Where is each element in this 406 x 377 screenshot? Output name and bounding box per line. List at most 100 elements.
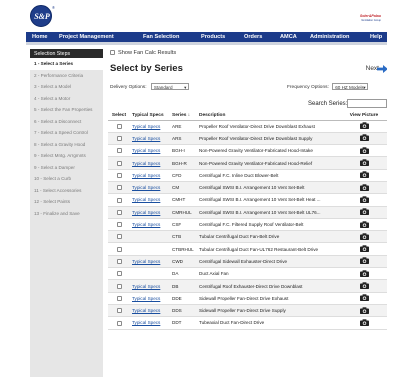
row-select-checkbox[interactable]	[116, 308, 122, 314]
step-speed-control[interactable]: 7 - Select a Speed Control	[30, 127, 103, 139]
typical-specs-link[interactable]: Typical Specs	[132, 148, 160, 153]
row-select-checkbox[interactable]	[116, 283, 122, 289]
table-row[interactable]: Typical Specs CWD Centrifugal Sidewall Exh…	[108, 255, 387, 269]
camera-icon[interactable]	[359, 257, 369, 265]
camera-icon[interactable]	[359, 319, 369, 326]
row-select-checkbox[interactable]	[116, 320, 122, 326]
nav-project-management[interactable]: Project Management	[59, 34, 114, 40]
row-select-checkbox[interactable]	[116, 259, 122, 265]
typical-specs-link[interactable]: Typical Specs	[132, 124, 160, 129]
step-select-damper[interactable]: 9 - Select a Damper	[30, 162, 103, 174]
table-row[interactable]: Typical Specs ARS Propeller Roof Ventilato…	[108, 132, 387, 146]
table-row[interactable]: Typical Specs DDE Sidewall Propeller Fan-D…	[108, 292, 387, 305]
typical-specs-link[interactable]: Typical Specs	[132, 161, 160, 166]
camera-icon[interactable]	[359, 233, 369, 240]
nav-help[interactable]: Help	[370, 34, 382, 40]
table-row[interactable]: Typical Specs DDS Sidewall Propeller Fan-D…	[108, 304, 387, 318]
nav-fan-selection[interactable]: Fan Selection	[143, 34, 179, 40]
delivery-select[interactable]: Standard ▾	[150, 83, 189, 90]
row-select-checkbox[interactable]	[116, 148, 122, 154]
table-row[interactable]: Typical Specs DDT Tubeaxial Duct Fan-Direc…	[108, 316, 387, 330]
row-select-checkbox[interactable]	[116, 160, 122, 166]
nav-home[interactable]: Home	[32, 34, 48, 40]
step-fan-properties[interactable]: 5 - Select the Fan Properties	[30, 104, 103, 116]
step-select-model[interactable]: 3 - Select a Model	[30, 81, 103, 93]
typical-specs-link[interactable]: Typical Specs	[132, 136, 160, 141]
table-row[interactable]: Typical Specs CMRHUL Centrifugal SWSI B.I.…	[108, 206, 387, 219]
typical-specs-link[interactable]: Typical Specs	[132, 308, 160, 313]
row-select-checkbox[interactable]	[116, 197, 122, 203]
row-select-checkbox[interactable]	[116, 222, 122, 228]
step-select-motor[interactable]: 4 - Select a Motor	[30, 93, 103, 105]
row-select-checkbox[interactable]	[116, 295, 122, 301]
table-row[interactable]: Typical Specs CMHT Centrifugal SWSI B.I. A…	[108, 193, 387, 207]
table-row[interactable]: Typical Specs CM Centrifugal SWSI B.I. Arr…	[108, 181, 387, 195]
typical-specs-link[interactable]: Typical Specs	[132, 197, 160, 202]
nav-amca[interactable]: AMCA	[280, 34, 297, 40]
typical-specs-cell: Typical Specs	[130, 120, 170, 133]
typical-specs-link[interactable]: Typical Specs	[132, 296, 160, 301]
table-row[interactable]: Typical Specs BGH-R Non-Powered Gravity Ve…	[108, 156, 387, 170]
typical-specs-link[interactable]: Typical Specs	[132, 210, 160, 215]
typical-specs-link[interactable]: Typical Specs	[132, 320, 160, 325]
row-select-cell	[108, 156, 130, 170]
table-row[interactable]: Typical Specs ARE Propeller Roof Ventilato…	[108, 120, 387, 133]
col-typical-specs: Typical Specs	[130, 111, 170, 121]
camera-icon[interactable]	[359, 159, 369, 167]
row-select-checkbox[interactable]	[116, 271, 122, 277]
camera-icon[interactable]	[359, 294, 369, 302]
typical-specs-link[interactable]: Typical Specs	[132, 222, 160, 227]
camera-icon[interactable]	[359, 306, 369, 314]
nav-administration[interactable]: Administration	[310, 34, 349, 40]
camera-icon[interactable]	[359, 196, 369, 203]
sp-logo[interactable]: S&P ®	[30, 5, 55, 27]
typical-specs-link[interactable]: Typical Specs	[132, 173, 160, 178]
typical-specs-link[interactable]: Typical Specs	[132, 185, 160, 190]
step-finalize-save[interactable]: 13 - Finalize and Save	[30, 208, 103, 220]
camera-icon[interactable]	[359, 282, 369, 289]
camera-icon[interactable]	[359, 171, 369, 179]
typical-specs-cell: Typical Specs	[130, 144, 170, 158]
camera-icon[interactable]	[359, 122, 369, 130]
table-row[interactable]: DA Duct Axial Fan	[108, 267, 387, 281]
step-gravity-hood[interactable]: 8 - Select a Gravity Hood	[30, 139, 103, 151]
camera-icon[interactable]	[359, 134, 369, 142]
table-row[interactable]: Typical Specs BGH-I Non-Powered Gravity Ve…	[108, 144, 387, 158]
camera-icon[interactable]	[359, 208, 369, 216]
step-select-series[interactable]: 1 - Select a Series	[30, 58, 103, 70]
step-select-disconnect[interactable]: 6 - Select a Disconnect	[30, 116, 103, 128]
camera-icon[interactable]	[359, 245, 369, 253]
search-series-input[interactable]	[347, 99, 387, 108]
step-accessories[interactable]: 11 - Select Accessories	[30, 185, 103, 197]
camera-icon[interactable]	[359, 183, 369, 191]
camera-icon[interactable]	[359, 147, 369, 154]
row-select-checkbox[interactable]	[116, 185, 122, 191]
frequency-select[interactable]: 60 HZ Models ▾	[332, 83, 369, 90]
step-mntg-arrgmnts[interactable]: 9 - Select Mntg. Arrgmnts	[30, 150, 103, 162]
show-fan-calc-checkbox[interactable]	[110, 50, 115, 56]
table-row[interactable]: Typical Specs CFD Centrifugal F.C. Inline …	[108, 169, 387, 182]
camera-icon[interactable]	[359, 270, 369, 277]
step-select-curb[interactable]: 10 - Select a Curb	[30, 173, 103, 185]
row-select-checkbox[interactable]	[116, 209, 122, 215]
nav-products[interactable]: Products	[201, 34, 225, 40]
series-description: Sidewall Propeller Fan-Direct Drive Exha…	[197, 292, 341, 305]
table-row[interactable]: CTBRHUL Tubular Centrifugal Duct Fan-UL76…	[108, 242, 387, 256]
step-paints[interactable]: 12 - Select Paints	[30, 196, 103, 208]
row-select-checkbox[interactable]	[116, 136, 122, 142]
table-row[interactable]: CTB Tubular Centrifugal Duct Fan-Belt Dri…	[108, 230, 387, 244]
row-select-checkbox[interactable]	[116, 123, 122, 129]
col-series[interactable]: Series ↓	[170, 111, 197, 121]
row-select-checkbox[interactable]	[116, 172, 122, 178]
table-row[interactable]: Typical Specs DB Centrifugal Roof Exhauste…	[108, 279, 387, 293]
camera-icon[interactable]	[359, 220, 369, 228]
view-picture-cell	[341, 279, 387, 293]
row-select-checkbox[interactable]	[116, 246, 122, 252]
nav-orders[interactable]: Orders	[244, 34, 262, 40]
table-row[interactable]: Typical Specs CSF Centrifugal F.C. Filtere…	[108, 218, 387, 232]
step-performance-criteria[interactable]: 2 - Performance Criteria	[30, 70, 103, 82]
typical-specs-link[interactable]: Typical Specs	[132, 284, 160, 289]
next-arrow-icon[interactable]	[377, 65, 387, 73]
row-select-checkbox[interactable]	[116, 234, 122, 240]
typical-specs-link[interactable]: Typical Specs	[132, 259, 160, 264]
